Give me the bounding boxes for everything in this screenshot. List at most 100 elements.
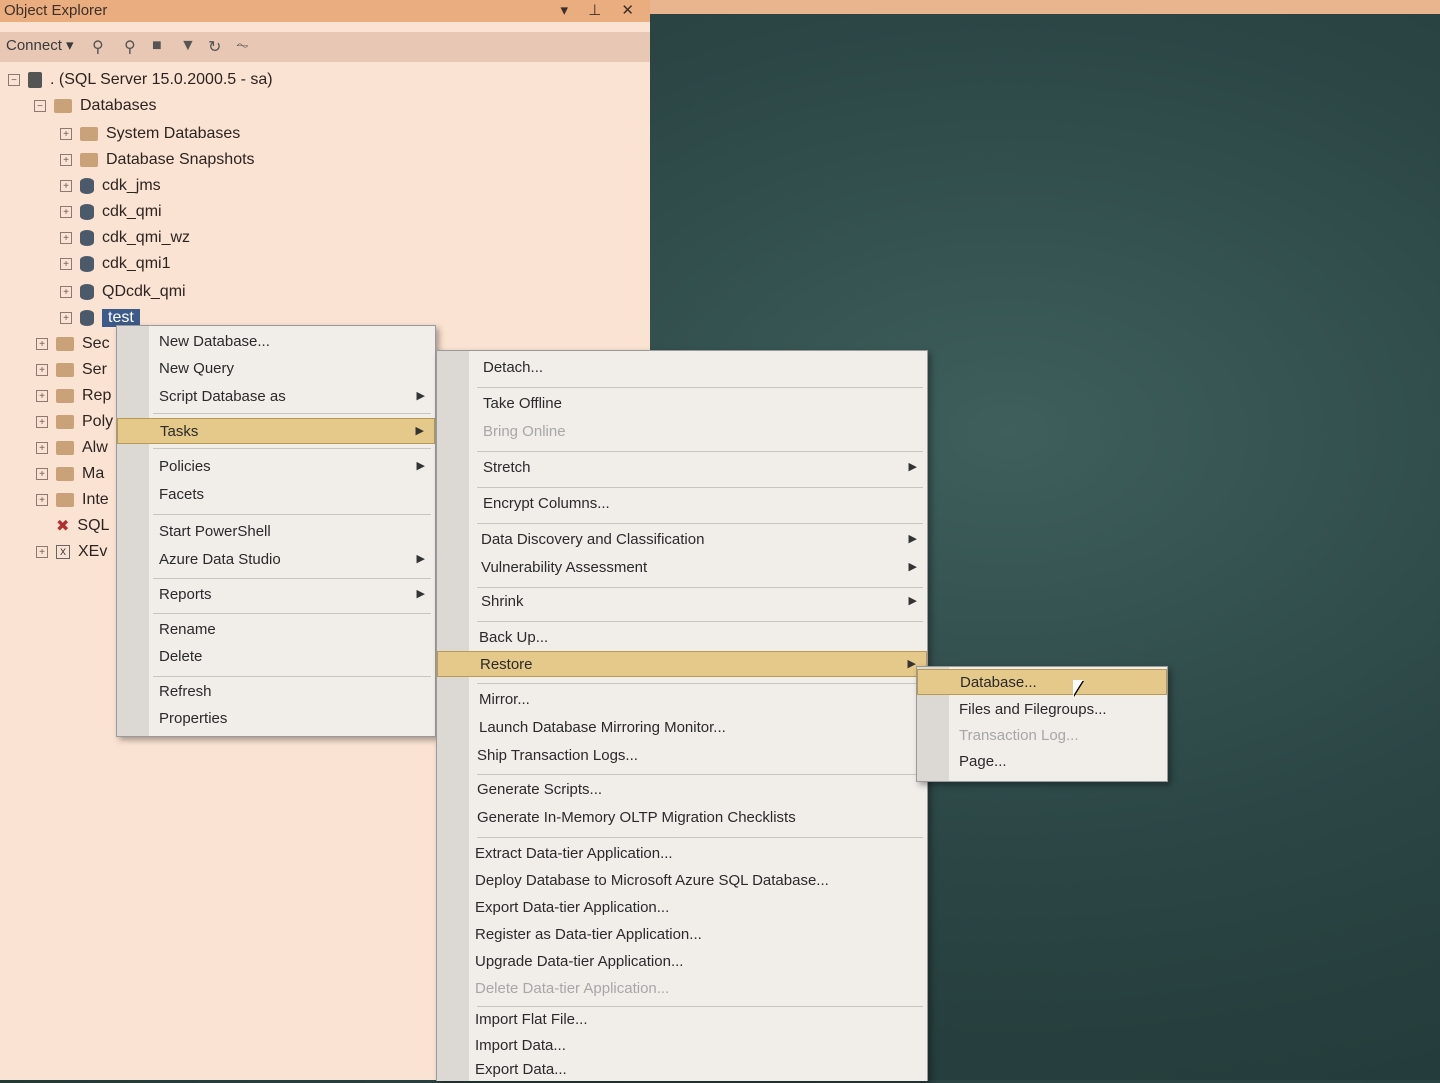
connect-button[interactable]: Connect ▾: [6, 36, 74, 54]
menu-item-label: Extract Data-tier Application...: [475, 845, 673, 862]
filter-icon[interactable]: ▼: [180, 37, 196, 55]
expand-icon[interactable]: +: [36, 442, 48, 454]
menu-item-label: Export Data-tier Application...: [475, 899, 670, 916]
panel-window-buttons[interactable]: ▾ ⊥ ✕: [561, 1, 643, 19]
menu-item-export-data-tier[interactable]: Export Data-tier Application...: [437, 895, 927, 921]
expand-icon[interactable]: +: [60, 286, 72, 298]
expand-icon[interactable]: +: [36, 494, 48, 506]
disconnect-plug-icon[interactable]: ⚲: [124, 37, 136, 57]
menu-item-import-data[interactable]: Import Data...: [437, 1033, 927, 1059]
menu-item-ship-transaction-logs[interactable]: Ship Transaction Logs...: [437, 743, 927, 769]
menu-item-generate-oltp-checklists[interactable]: Generate In-Memory OLTP Migration Checkl…: [437, 805, 927, 831]
menu-item-facets[interactable]: Facets: [117, 482, 435, 508]
menu-item-stretch[interactable]: Stretch ▶: [437, 455, 927, 481]
submenu-arrow-icon: ▶: [415, 425, 424, 437]
tree-node-server-objects[interactable]: + Ser: [36, 358, 107, 382]
menu-item-shrink[interactable]: Shrink ▶: [437, 589, 927, 615]
menu-item-restore[interactable]: Restore ▶: [437, 651, 927, 677]
submenu-arrow-icon: ▶: [908, 533, 917, 545]
tree-node-replication[interactable]: + Rep: [36, 384, 111, 408]
menu-item-register-data-tier[interactable]: Register as Data-tier Application...: [437, 922, 927, 948]
tree-node-database[interactable]: + cdk_qmi_wz: [60, 226, 190, 250]
menu-item-import-flat-file[interactable]: Import Flat File...: [437, 1007, 927, 1033]
menu-item-mirror[interactable]: Mirror...: [437, 687, 927, 713]
tree-node-system-databases[interactable]: + System Databases: [60, 122, 240, 146]
menu-item-back-up[interactable]: Back Up...: [437, 625, 927, 651]
menu-item-vulnerability-assessment[interactable]: Vulnerability Assessment ▶: [437, 555, 927, 581]
expand-icon[interactable]: +: [60, 258, 72, 270]
menu-item-refresh[interactable]: Refresh: [117, 679, 435, 705]
tree-node-security[interactable]: + Sec: [36, 332, 110, 356]
expand-icon[interactable]: +: [36, 468, 48, 480]
menu-item-label: Delete Data-tier Application...: [475, 980, 670, 997]
menu-item-encrypt-columns[interactable]: Encrypt Columns...: [437, 491, 927, 517]
menu-item-take-offline[interactable]: Take Offline: [437, 391, 927, 417]
folder-icon: [54, 99, 72, 113]
menu-item-generate-scripts[interactable]: Generate Scripts...: [437, 777, 927, 803]
expand-icon[interactable]: +: [36, 546, 48, 558]
tree-node-management[interactable]: + Ma: [36, 462, 104, 486]
tree-node-polybase[interactable]: + Poly: [36, 410, 113, 434]
object-explorer-toolbar: Connect ▾ ⚲ ⚲ ■ ▼ ↻ ⏦: [0, 32, 650, 62]
menu-item-properties[interactable]: Properties: [117, 706, 435, 732]
menu-item-new-database[interactable]: New Database...: [117, 329, 435, 355]
menu-item-data-discovery[interactable]: Data Discovery and Classification ▶: [437, 527, 927, 553]
menu-item-detach[interactable]: Detach...: [437, 355, 927, 381]
menu-item-policies[interactable]: Policies ▶: [117, 454, 435, 480]
tree-node-database[interactable]: + cdk_jms: [60, 174, 161, 198]
menu-item-launch-mirroring-monitor[interactable]: Launch Database Mirroring Monitor...: [437, 715, 927, 741]
database-icon: [80, 230, 94, 246]
tree-node-sql-agent[interactable]: ✖ SQL: [56, 514, 109, 538]
tree-node-database[interactable]: + cdk_qmi: [60, 200, 162, 224]
tree-node-database[interactable]: + cdk_qmi1: [60, 252, 170, 276]
menu-item-tasks[interactable]: Tasks ▶: [117, 418, 435, 444]
submenu-arrow-icon: ▶: [416, 553, 425, 565]
menu-item-extract-data-tier[interactable]: Extract Data-tier Application...: [437, 841, 927, 867]
menu-separator: [477, 523, 923, 524]
expand-icon[interactable]: +: [60, 154, 72, 166]
submenu-arrow-icon: ▶: [908, 595, 917, 607]
menu-item-start-powershell[interactable]: Start PowerShell: [117, 519, 435, 545]
tree-node-always-on[interactable]: + Alw: [36, 436, 108, 460]
menu-item-delete[interactable]: Delete: [117, 644, 435, 670]
expand-icon[interactable]: +: [60, 232, 72, 244]
expand-icon[interactable]: +: [36, 338, 48, 350]
tree-node-database-snapshots[interactable]: + Database Snapshots: [60, 148, 255, 172]
menu-item-new-query[interactable]: New Query: [117, 356, 435, 382]
expand-icon[interactable]: +: [36, 390, 48, 402]
tasks-submenu: Detach... Take Offline Bring Online Stre…: [436, 350, 928, 1081]
expand-icon[interactable]: +: [36, 416, 48, 428]
tree-node-databases[interactable]: − Databases: [34, 94, 157, 118]
refresh-icon[interactable]: ↻: [208, 37, 221, 57]
menu-item-restore-database[interactable]: Database...: [917, 669, 1167, 695]
menu-item-rename[interactable]: Rename: [117, 617, 435, 643]
collapse-icon[interactable]: −: [8, 74, 20, 86]
expand-icon[interactable]: +: [60, 128, 72, 140]
tree-node-database[interactable]: + QDcdk_qmi: [60, 280, 186, 304]
tree-node-label: cdk_qmi1: [102, 255, 171, 272]
tree-node-label: Rep: [82, 387, 112, 404]
menu-item-script-database-as[interactable]: Script Database as ▶: [117, 384, 435, 410]
expand-icon[interactable]: +: [60, 312, 72, 324]
activity-icon[interactable]: ⏦: [236, 37, 249, 55]
tree-node-integration[interactable]: + Inte: [36, 488, 109, 512]
menu-item-azure-data-studio[interactable]: Azure Data Studio ▶: [117, 547, 435, 573]
menu-item-page[interactable]: Page...: [917, 749, 1167, 775]
tree-node-label: cdk_jms: [102, 177, 161, 194]
menu-item-files-and-filegroups[interactable]: Files and Filegroups...: [917, 697, 1167, 723]
connect-plug-icon[interactable]: ⚲: [92, 37, 104, 57]
stop-icon[interactable]: ■: [152, 37, 162, 55]
expand-icon[interactable]: +: [60, 206, 72, 218]
menu-item-export-data[interactable]: Export Data...: [437, 1057, 927, 1083]
expand-icon[interactable]: +: [60, 180, 72, 192]
menu-item-upgrade-data-tier[interactable]: Upgrade Data-tier Application...: [437, 949, 927, 975]
folder-icon: [80, 127, 98, 141]
menu-item-label: Reports: [159, 586, 212, 603]
tree-node-server[interactable]: − . (SQL Server 15.0.2000.5 - sa): [8, 68, 273, 92]
menu-item-reports[interactable]: Reports ▶: [117, 582, 435, 608]
expand-icon[interactable]: +: [36, 364, 48, 376]
menu-item-deploy-to-azure[interactable]: Deploy Database to Microsoft Azure SQL D…: [437, 868, 927, 894]
collapse-icon[interactable]: −: [34, 100, 46, 112]
tree-node-xevent[interactable]: + X XEv: [36, 540, 107, 564]
menu-separator: [153, 514, 431, 515]
